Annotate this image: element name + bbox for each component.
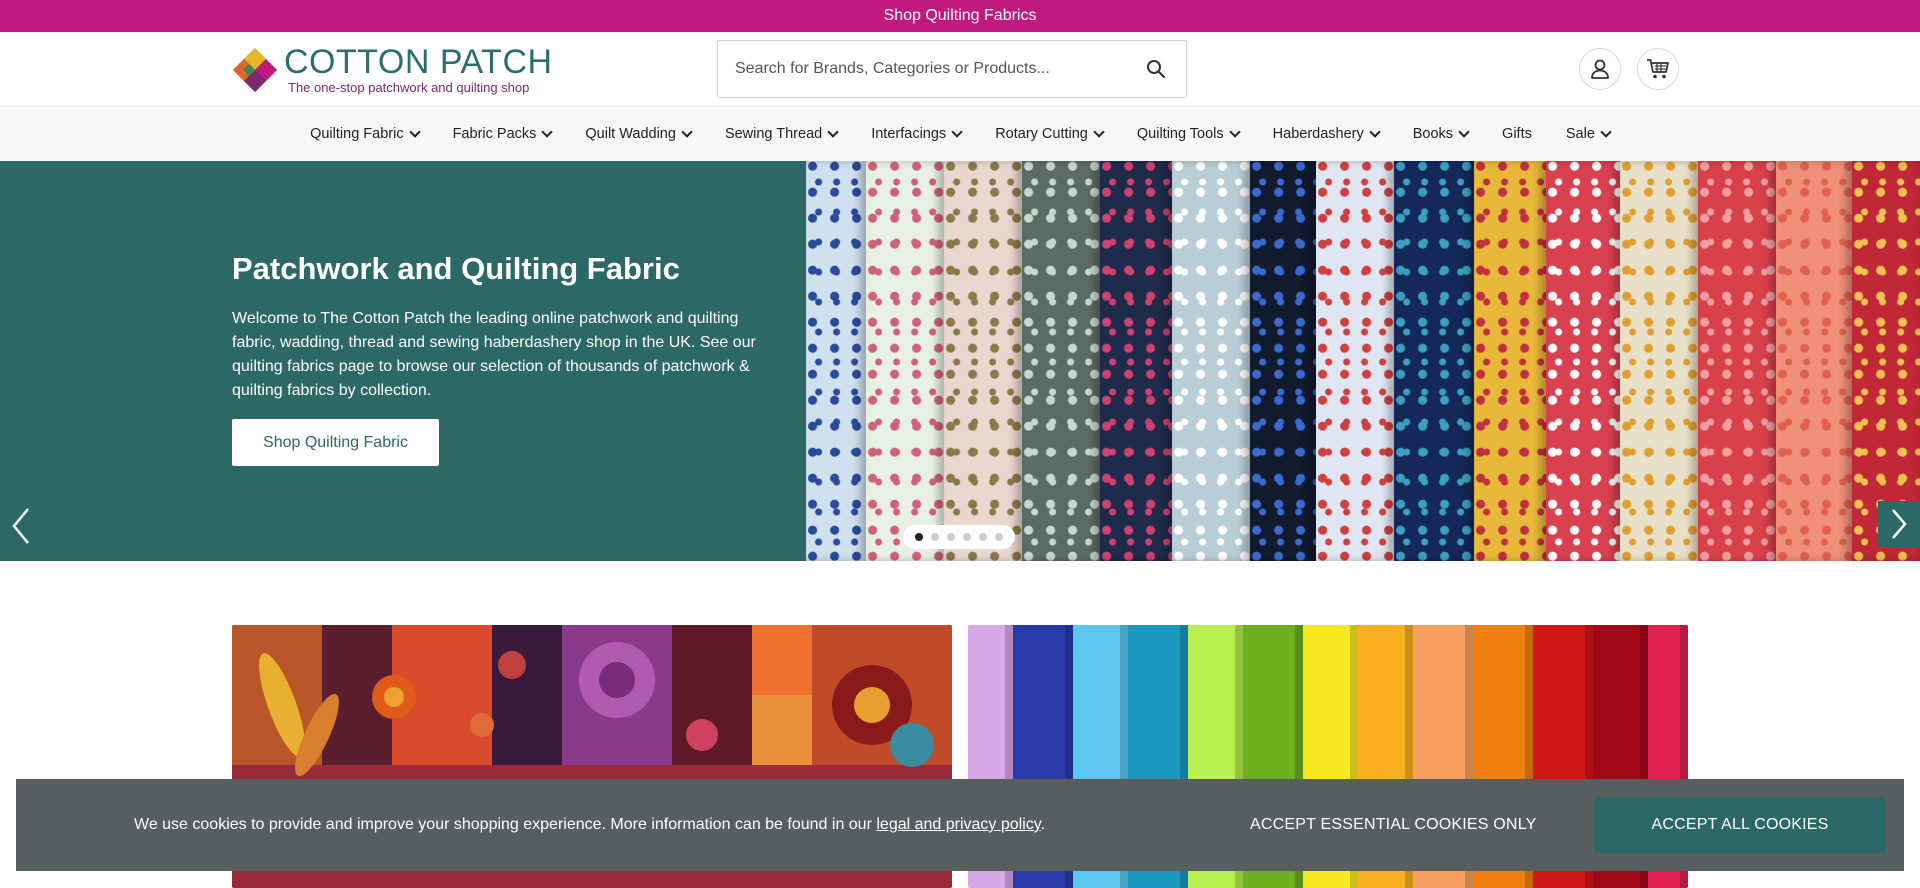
carousel-dot[interactable] — [931, 533, 939, 541]
fabric-bolt — [1172, 161, 1250, 561]
search-box — [717, 40, 1187, 98]
nav-item-books[interactable]: Books — [1396, 126, 1485, 142]
fabric-bolt — [944, 161, 1022, 561]
chevron-down-icon — [408, 126, 421, 138]
cart-button[interactable] — [1637, 48, 1679, 90]
cookie-message-text: We use cookies to provide and improve yo… — [134, 816, 877, 833]
shop-quilting-fabric-button[interactable]: Shop Quilting Fabric — [232, 419, 439, 466]
nav-item-label: Books — [1412, 126, 1454, 142]
nav-item-label: Sale — [1565, 126, 1595, 142]
chevron-left-icon — [12, 508, 29, 544]
logo-title: COTTON PATCH — [284, 43, 553, 81]
logo[interactable]: COTTON PATCH The one-stop patchwork and … — [232, 44, 553, 95]
nav-item-label: Gifts — [1502, 126, 1532, 142]
carousel-prev-button[interactable] — [8, 501, 34, 551]
promo-link[interactable]: Shop Quilting Fabrics — [884, 7, 1037, 25]
account-button[interactable] — [1579, 48, 1621, 90]
fabric-bolt — [1474, 161, 1546, 561]
search-button[interactable] — [1126, 41, 1186, 97]
nav-item-quilting-tools[interactable]: Quilting Tools — [1120, 126, 1256, 142]
carousel-next-button[interactable] — [1878, 501, 1920, 547]
fabric-bolt — [866, 161, 944, 561]
promo-bar: Shop Quilting Fabrics — [0, 0, 1920, 32]
chevron-down-icon — [1228, 126, 1241, 138]
fabric-bolt — [1394, 161, 1474, 561]
cookie-banner: We use cookies to provide and improve yo… — [16, 779, 1904, 871]
hero-panel: Patchwork and Quilting Fabric Welcome to… — [0, 161, 806, 561]
search-icon — [1147, 60, 1166, 79]
carousel-dot[interactable] — [915, 533, 923, 541]
nav-item-label: Sewing Thread — [724, 126, 823, 142]
fabric-bolt — [1698, 161, 1776, 561]
privacy-policy-link[interactable]: legal and privacy policy — [876, 816, 1040, 833]
nav-item-rotary-cutting[interactable]: Rotary Cutting — [978, 126, 1120, 142]
fabric-bolt — [806, 161, 866, 561]
accept-essential-cookies-button[interactable]: ACCEPT ESSENTIAL COOKIES ONLY — [1250, 816, 1536, 834]
accept-all-cookies-button[interactable]: ACCEPT ALL COOKIES — [1594, 797, 1886, 853]
hero-title: Patchwork and Quilting Fabric — [232, 251, 680, 286]
fabric-bolt — [1022, 161, 1100, 561]
cookie-message-end: . — [1040, 816, 1046, 833]
carousel-dot[interactable] — [963, 533, 971, 541]
chevron-down-icon — [1458, 126, 1470, 138]
nav-item-sale[interactable]: Sale — [1549, 126, 1627, 142]
chevron-right-icon — [1892, 509, 1907, 539]
nav-item-quilting-fabric[interactable]: Quilting Fabric — [293, 126, 435, 142]
nav-item-label: Interfacings — [871, 126, 947, 142]
nav-item-gifts[interactable]: Gifts — [1485, 126, 1549, 142]
chevron-down-icon — [951, 126, 963, 138]
logo-mark-icon — [232, 47, 278, 93]
search-input[interactable] — [718, 41, 1126, 97]
nav-item-label: Quilt Wadding — [585, 126, 676, 142]
nav-item-sewing-thread[interactable]: Sewing Thread — [708, 126, 854, 142]
nav-item-interfacings[interactable]: Interfacings — [854, 126, 978, 142]
chevron-down-icon — [1093, 126, 1105, 138]
fabric-bolt — [1620, 161, 1698, 561]
fabric-bolt — [1316, 161, 1394, 561]
carousel-dot[interactable] — [947, 533, 955, 541]
carousel-dot[interactable] — [995, 533, 1003, 541]
logo-subtitle: The one-stop patchwork and quilting shop — [288, 80, 530, 95]
carousel-dot[interactable] — [979, 533, 987, 541]
chevron-down-icon — [681, 126, 693, 138]
nav-item-label: Rotary Cutting — [995, 126, 1088, 142]
site-header: COTTON PATCH The one-stop patchwork and … — [0, 32, 1920, 106]
nav-item-label: Haberdashery — [1272, 126, 1364, 142]
hero-text: Welcome to The Cotton Patch the leading … — [232, 310, 756, 399]
user-icon — [1591, 59, 1609, 79]
hero-carousel: Patchwork and Quilting Fabric Welcome to… — [0, 161, 1920, 561]
nav-item-quilt-wadding[interactable]: Quilt Wadding — [568, 126, 708, 142]
carousel-dots — [903, 525, 1015, 549]
nav-item-fabric-packs[interactable]: Fabric Packs — [436, 126, 569, 142]
main-nav: Quilting Fabric Fabric Packs Quilt Wadding… — [0, 106, 1920, 161]
nav-item-label: Fabric Packs — [452, 126, 537, 142]
fabric-bolt — [1776, 161, 1852, 561]
nav-item-label: Quilting Tools — [1136, 126, 1224, 142]
fabric-bolt — [1100, 161, 1172, 561]
chevron-down-icon — [827, 126, 839, 138]
fabric-bolt — [1546, 161, 1620, 561]
fabric-bolt — [1250, 161, 1316, 561]
chevron-down-icon — [1600, 126, 1612, 138]
cart-icon — [1647, 59, 1669, 79]
cookie-message: We use cookies to provide and improve yo… — [134, 816, 1045, 834]
chevron-down-icon — [1369, 126, 1381, 138]
nav-item-label: Quilting Fabric — [310, 126, 404, 142]
hero-fabric-image — [806, 161, 1920, 561]
chevron-down-icon — [541, 126, 554, 138]
nav-item-haberdashery[interactable]: Haberdashery — [1256, 126, 1396, 142]
